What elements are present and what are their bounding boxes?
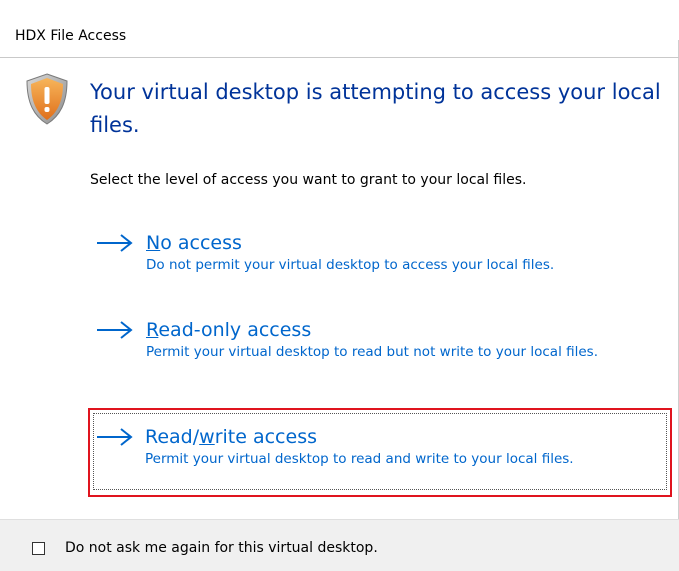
dialog-footer: Do not ask me again for this virtual des… [0, 519, 679, 571]
arrow-right-icon [97, 234, 133, 252]
read-write-access-command-link[interactable]: Read/write access Permit your virtual de… [93, 413, 667, 490]
arrow-right-icon [97, 428, 133, 446]
read-only-access-title: Read-only access [146, 319, 312, 341]
arrow-right-icon [97, 321, 133, 339]
content-text: Select the level of access you want to g… [90, 172, 527, 188]
hdx-file-access-dialog: HDX File Access Your virtual desktop is … [0, 0, 679, 571]
do-not-ask-checkbox[interactable] [32, 542, 45, 555]
read-write-access-description: Permit your virtual desktop to read and … [145, 451, 574, 467]
title-bar: HDX File Access [0, 0, 679, 44]
do-not-ask-label[interactable]: Do not ask me again for this virtual des… [65, 538, 378, 558]
no-access-title: No access [146, 232, 242, 254]
shield-warning-icon [26, 73, 68, 125]
read-write-access-title: Read/write access [145, 426, 317, 448]
read-only-access-command-link[interactable]: Read-only access Permit your virtual des… [90, 318, 670, 402]
read-only-access-description: Permit your virtual desktop to read but … [146, 344, 599, 360]
no-access-description: Do not permit your virtual desktop to ac… [146, 257, 555, 273]
no-access-command-link[interactable]: No access Do not permit your virtual des… [90, 231, 670, 295]
main-instruction: Your virtual desktop is attempting to ac… [90, 80, 661, 137]
title-separator [0, 57, 679, 58]
window-title: HDX File Access [15, 28, 127, 44]
